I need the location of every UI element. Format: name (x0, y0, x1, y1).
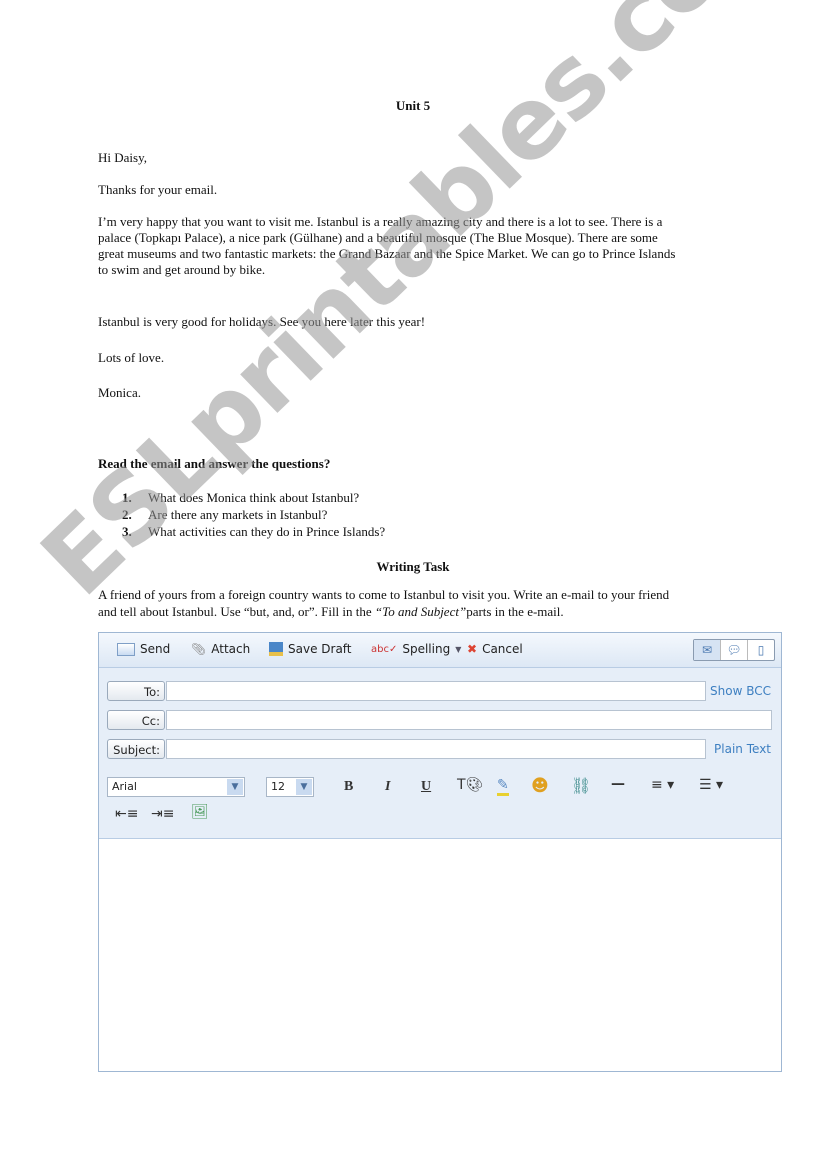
chevron-down-icon: ▼ (296, 779, 312, 795)
attach-button[interactable]: 📎︎ Attach (191, 642, 250, 656)
highlight-icon[interactable]: ✎ (497, 777, 509, 796)
text-color-icon[interactable]: T🎨︎ (457, 777, 483, 793)
emoticon-icon[interactable]: ☻ (531, 776, 549, 796)
cancel-button[interactable]: ✖ Cancel (467, 642, 523, 656)
send-icon (117, 642, 135, 656)
indent-icon[interactable]: ⇥≡ (151, 806, 174, 822)
subject-button[interactable]: Subject: (107, 739, 165, 759)
font-select[interactable]: Arial ▼ (107, 777, 245, 797)
question-number: 1. (122, 490, 132, 505)
email-line: Istanbul is very good for holidays. See … (98, 314, 426, 329)
question-item: 3. What activities can they do in Prince … (122, 523, 385, 540)
email-para-line: I’m very happy that you want to visit me… (98, 214, 663, 229)
writing-instructions: A friend of yours from a foreign country… (98, 587, 670, 602)
font-value: Arial (112, 780, 137, 793)
spellcheck-icon: abc✓ (371, 643, 398, 655)
to-button[interactable]: To: (107, 681, 165, 701)
chevron-down-icon: ▼ (227, 779, 243, 795)
chevron-down-icon: ▼ (455, 644, 462, 654)
paperclip-icon: 📎︎ (191, 642, 207, 656)
question-text: What does Monica think about Istanbul? (148, 490, 360, 505)
email-greeting: Hi Daisy, (98, 150, 147, 165)
question-number: 3. (122, 524, 132, 539)
cc-input[interactable] (166, 710, 772, 730)
label: Save Draft (288, 642, 352, 656)
questions-heading: Read the email and answer the questions? (98, 456, 331, 471)
email-para-line: palace (Topkapı Palace), a nice park (Gü… (98, 230, 658, 245)
bold-button[interactable]: B (344, 779, 353, 795)
horizontal-rule-icon[interactable]: — (611, 776, 625, 792)
size-select[interactable]: 12 ▼ (266, 777, 314, 797)
mobile-view-icon[interactable]: ▯ (747, 640, 774, 660)
insert-image-icon[interactable]: 🖼︎ (191, 804, 209, 820)
align-icon[interactable]: ≡ ▾ (651, 777, 674, 793)
email-composer: Send 📎︎ Attach Save Draft abc✓ Spelling ▼ ✖… (98, 632, 782, 1072)
question-item: 2. Are there any markets in Istanbul? (122, 506, 327, 523)
email-line: Thanks for your email. (98, 182, 218, 197)
label: Attach (211, 642, 251, 656)
emphasis-text: “To and Subject” (374, 604, 467, 619)
email-signature: Monica. (98, 385, 141, 400)
link-icon[interactable]: ⛓ (571, 776, 591, 795)
save-draft-button[interactable]: Save Draft (269, 642, 352, 656)
subject-input[interactable] (166, 739, 706, 759)
email-para-line: to swim and get around by bike. (98, 262, 266, 277)
email-para-line: great museums and two fantastic markets:… (98, 246, 676, 261)
view-toggle-group: ✉ 💬︎ ▯ (693, 639, 775, 661)
composer-header: To: Show BCC Cc: Subject: Plain Text Ari… (99, 668, 781, 839)
label: Cancel (482, 642, 523, 656)
text: parts in the e-mail. (466, 604, 564, 619)
worksheet-page: Unit 5 Hi Daisy, Thanks for your email. … (0, 0, 826, 1169)
writing-instructions: and tell about Istanbul. Use “but, and, … (98, 604, 564, 620)
send-button[interactable]: Send (117, 642, 170, 656)
question-number: 2. (122, 507, 132, 522)
message-body[interactable] (99, 839, 781, 1071)
im-view-icon[interactable]: 💬︎ (720, 640, 747, 660)
email-closing: Lots of love. (98, 350, 165, 365)
cc-button[interactable]: Cc: (107, 710, 165, 730)
question-item: 1. What does Monica think about Istanbul? (122, 489, 359, 506)
page-title: Unit 5 (395, 98, 431, 113)
show-bcc-link[interactable]: Show BCC (710, 684, 771, 698)
label: Send (140, 642, 171, 656)
to-input[interactable] (166, 681, 706, 701)
cancel-icon: ✖ (467, 642, 478, 656)
question-text: Are there any markets in Istanbul? (148, 507, 328, 522)
composer-toolbar: Send 📎︎ Attach Save Draft abc✓ Spelling ▼ ✖… (99, 633, 781, 668)
email-view-icon[interactable]: ✉ (694, 640, 720, 660)
text: and tell about Istanbul. Use “but, and, … (98, 604, 375, 619)
question-text: What activities can they do in Prince Is… (148, 524, 386, 539)
plain-text-link[interactable]: Plain Text (714, 742, 771, 756)
spelling-button[interactable]: abc✓ Spelling ▼ (371, 642, 461, 656)
floppy-icon (269, 642, 283, 656)
size-value: 12 (271, 780, 285, 793)
italic-button[interactable]: I (385, 779, 390, 795)
writing-heading: Writing Task (376, 559, 450, 574)
underline-button[interactable]: U (421, 779, 431, 795)
outdent-icon[interactable]: ⇤≡ (115, 806, 138, 822)
bullet-list-icon[interactable]: ☰ ▾ (699, 777, 723, 793)
label: Spelling (402, 642, 451, 656)
